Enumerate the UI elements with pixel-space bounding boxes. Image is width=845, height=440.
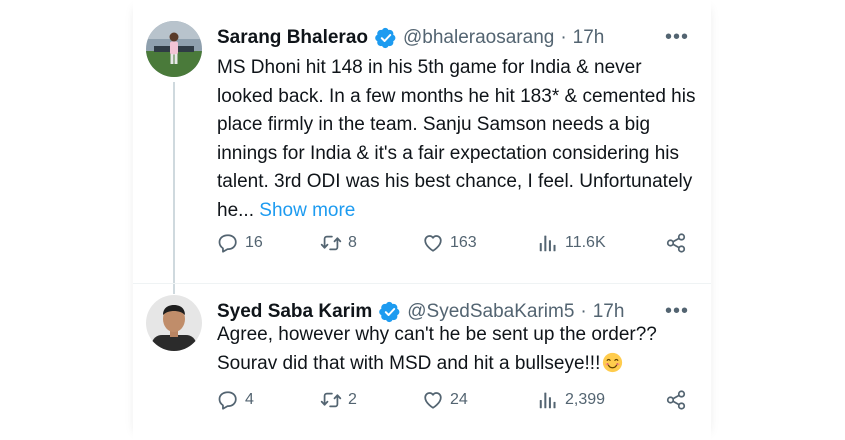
display-name[interactable]: Sarang Bhalerao <box>217 27 368 49</box>
tweet-body: Agree, however why can't he be sent up t… <box>217 324 657 374</box>
like-count: 163 <box>450 234 477 251</box>
reply-icon <box>217 232 239 254</box>
reply-count: 4 <box>245 391 254 408</box>
reply-icon <box>217 389 239 411</box>
tweet-thread-card: Sarang Bhalerao @bhaleraosarang · 17h ••… <box>133 0 711 440</box>
tweet-text: Agree, however why can't he be sent up t… <box>217 321 697 378</box>
like-count: 24 <box>450 391 468 408</box>
separator-dot: · <box>560 27 567 48</box>
like-button[interactable]: 24 <box>422 389 468 411</box>
share-button[interactable] <box>665 389 687 411</box>
views-icon <box>537 232 559 254</box>
separator-dot: · <box>580 301 587 322</box>
reply-count: 16 <box>245 234 263 251</box>
retweet-icon <box>320 389 342 411</box>
retweet-button[interactable]: 8 <box>320 232 357 254</box>
verified-icon <box>379 301 401 323</box>
timestamp[interactable]: 17h <box>593 301 625 323</box>
share-icon <box>665 232 687 254</box>
like-button[interactable]: 163 <box>422 232 477 254</box>
smiling-face-emoji-icon <box>603 352 623 372</box>
view-count: 2,399 <box>565 391 606 408</box>
tweet-actions: 4 2 24 2,399 <box>217 389 697 415</box>
tweet-header: Sarang Bhalerao @bhaleraosarang · 17h <box>217 24 604 52</box>
tweet-text: MS Dhoni hit 148 in his 5th game for Ind… <box>217 54 697 225</box>
share-icon <box>665 389 687 411</box>
like-icon <box>422 232 444 254</box>
display-name[interactable]: Syed Saba Karim <box>217 301 372 323</box>
thread-line <box>173 82 175 294</box>
reply-button[interactable]: 4 <box>217 389 254 411</box>
timestamp[interactable]: 17h <box>573 27 605 49</box>
view-count: 11.6K <box>565 234 606 251</box>
divider <box>133 283 711 284</box>
avatar[interactable] <box>146 21 202 77</box>
avatar[interactable] <box>146 295 202 351</box>
more-icon[interactable]: ••• <box>665 300 689 323</box>
tweet[interactable]: Syed Saba Karim @SyedSabaKarim5 · 17h ••… <box>133 288 711 438</box>
reply-button[interactable]: 16 <box>217 232 263 254</box>
like-icon <box>422 389 444 411</box>
tweet[interactable]: Sarang Bhalerao @bhaleraosarang · 17h ••… <box>133 14 711 294</box>
handle[interactable]: @SyedSabaKarim5 <box>407 301 574 323</box>
verified-icon <box>375 27 397 49</box>
retweet-count: 2 <box>348 391 357 408</box>
tweet-actions: 16 8 163 11.6K <box>217 232 697 258</box>
show-more-link[interactable]: Show more <box>259 200 355 221</box>
share-button[interactable] <box>665 232 687 254</box>
retweet-icon <box>320 232 342 254</box>
handle[interactable]: @bhaleraosarang <box>403 27 554 49</box>
tweet-body: MS Dhoni hit 148 in his 5th game for Ind… <box>217 57 696 221</box>
retweet-button[interactable]: 2 <box>320 389 357 411</box>
retweet-count: 8 <box>348 234 357 251</box>
views-button[interactable]: 11.6K <box>537 232 606 254</box>
views-icon <box>537 389 559 411</box>
more-icon[interactable]: ••• <box>665 26 689 49</box>
views-button[interactable]: 2,399 <box>537 389 605 411</box>
